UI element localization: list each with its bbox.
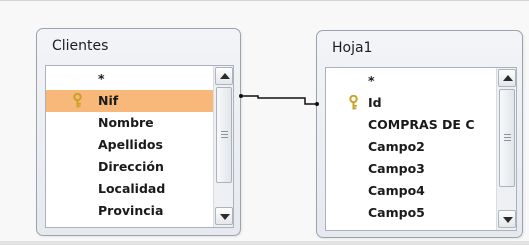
field-row[interactable]: Apellidos bbox=[46, 134, 213, 156]
field-row[interactable]: * bbox=[326, 70, 496, 92]
field-label: Campo3 bbox=[368, 161, 425, 176]
grip-line bbox=[221, 137, 228, 138]
field-row[interactable]: Campo3 bbox=[326, 158, 496, 180]
field-row[interactable]: COMPRAS DE C bbox=[326, 114, 496, 136]
chevron-down-icon bbox=[220, 214, 230, 220]
field-label: * bbox=[368, 73, 375, 88]
field-list[interactable]: * Nif Nombre Apellidos Dirección Localidad Pro… bbox=[45, 65, 234, 228]
field-label: Id bbox=[368, 95, 382, 110]
table-title: Hoja1 bbox=[332, 40, 373, 56]
scroll-down-button[interactable] bbox=[498, 210, 516, 228]
scroll-thumb[interactable] bbox=[216, 87, 232, 183]
field-row[interactable]: Id bbox=[326, 92, 496, 114]
field-label: Nombre bbox=[98, 115, 154, 130]
field-label: Campo4 bbox=[368, 183, 425, 198]
field-label: * bbox=[98, 71, 105, 86]
scroll-up-button[interactable] bbox=[215, 67, 233, 85]
field-label: Campo2 bbox=[368, 139, 425, 154]
field-row[interactable]: Dirección bbox=[46, 156, 213, 178]
field-row[interactable]: Campo5 bbox=[326, 202, 496, 224]
chevron-up-icon bbox=[220, 73, 230, 79]
field-label: Localidad bbox=[98, 181, 166, 196]
field-label: COMPRAS DE C bbox=[368, 117, 475, 132]
bottom-border bbox=[0, 241, 529, 245]
primary-key-icon bbox=[72, 92, 83, 108]
field-row[interactable]: Nombre bbox=[46, 112, 213, 134]
grip-line bbox=[504, 134, 511, 135]
field-label: Nif bbox=[98, 93, 119, 108]
field-row[interactable]: Campo4 bbox=[326, 180, 496, 202]
chevron-down-icon bbox=[503, 217, 513, 223]
field-row[interactable]: * bbox=[46, 68, 213, 90]
field-label: Dirección bbox=[98, 159, 164, 174]
field-row[interactable]: Nif bbox=[46, 90, 213, 112]
table-hoja1[interactable]: Hoja1 * Id COMPRAS DE C Campo2 Campo3 Campo4 C… bbox=[316, 30, 523, 238]
table-title: Clientes bbox=[52, 38, 109, 54]
grip-line bbox=[504, 137, 511, 138]
primary-key-icon bbox=[348, 94, 359, 110]
vertical-scrollbar[interactable] bbox=[213, 66, 233, 227]
field-row[interactable]: Campo2 bbox=[326, 136, 496, 158]
field-label: Campo5 bbox=[368, 205, 425, 220]
field-row[interactable]: Localidad bbox=[46, 178, 213, 200]
vertical-scrollbar[interactable] bbox=[496, 68, 516, 230]
chevron-up-icon bbox=[503, 75, 513, 81]
field-label: Provincia bbox=[98, 203, 164, 218]
field-list[interactable]: * Id COMPRAS DE C Campo2 Campo3 Campo4 Campo5 bbox=[325, 67, 517, 231]
scroll-up-button[interactable] bbox=[498, 69, 516, 87]
field-label: Apellidos bbox=[98, 137, 163, 152]
grip-line bbox=[504, 140, 511, 141]
field-row[interactable]: Provincia bbox=[46, 200, 213, 222]
grip-line bbox=[221, 131, 228, 132]
scroll-down-button[interactable] bbox=[215, 207, 233, 225]
table-clientes[interactable]: Clientes * Nif Nombre Apellidos Dirección Loc… bbox=[36, 28, 241, 236]
grip-line bbox=[221, 134, 228, 135]
scroll-thumb[interactable] bbox=[499, 89, 515, 187]
